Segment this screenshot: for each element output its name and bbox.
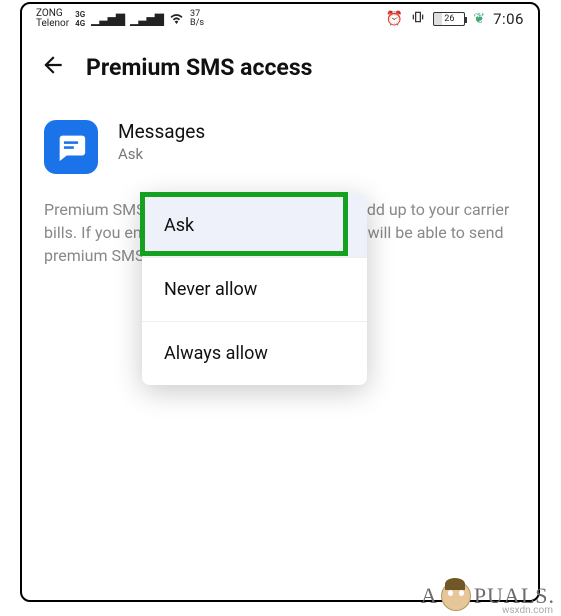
wifi-icon <box>169 12 184 27</box>
net-2: 4G <box>75 20 85 28</box>
data-rate-unit: B/s <box>190 19 204 28</box>
app-text-block: Messages Ask <box>118 120 205 163</box>
battery-icon: 26 <box>433 12 465 26</box>
data-rate: 37 B/s <box>190 10 204 28</box>
permission-dropdown: Ask Never allow Always allow <box>142 194 367 385</box>
back-arrow-icon[interactable] <box>40 52 66 82</box>
page-title: Premium SMS access <box>86 54 313 81</box>
app-name: Messages <box>118 120 205 143</box>
carrier-2: Telenor <box>36 19 69 29</box>
dropdown-option-ask[interactable]: Ask <box>142 194 367 258</box>
page-header: Premium SMS access <box>22 34 538 92</box>
battery-percent: 26 <box>444 14 454 24</box>
watermark-text-left: A <box>421 583 438 609</box>
clock-time: 7:06 <box>493 10 524 28</box>
app-permission-row[interactable]: Messages Ask <box>22 92 538 178</box>
network-type-labels: 3G 4G <box>75 11 85 28</box>
status-right: ⏰ 26 ❦ 7:06 <box>386 10 524 28</box>
watermark-url: wsxdn.com <box>502 605 553 616</box>
dropdown-option-always-allow[interactable]: Always allow <box>142 322 367 385</box>
vibrate-icon <box>411 10 425 28</box>
phone-screen: ZONG Telenor 3G 4G ▁▃▅▇ ▁▃▅▇ 37 B/s ⏰ <box>20 2 540 602</box>
status-left: ZONG Telenor 3G 4G ▁▃▅▇ ▁▃▅▇ 37 B/s <box>36 9 204 29</box>
messages-app-icon <box>44 120 98 174</box>
signal-bars-icon: ▁▃▅▇ <box>91 12 124 26</box>
status-bar: ZONG Telenor 3G 4G ▁▃▅▇ ▁▃▅▇ 37 B/s ⏰ <box>22 4 538 34</box>
net-1: 3G <box>75 11 85 19</box>
signal-bars-icon: ▁▃▅▇ <box>130 12 163 26</box>
dropdown-option-never-allow[interactable]: Never allow <box>142 258 367 322</box>
watermark-face-icon <box>441 581 471 611</box>
alarm-icon: ⏰ <box>386 11 403 27</box>
eco-leaf-icon: ❦ <box>473 11 485 27</box>
carrier-labels: ZONG Telenor <box>36 9 69 29</box>
app-status-value: Ask <box>118 145 205 163</box>
